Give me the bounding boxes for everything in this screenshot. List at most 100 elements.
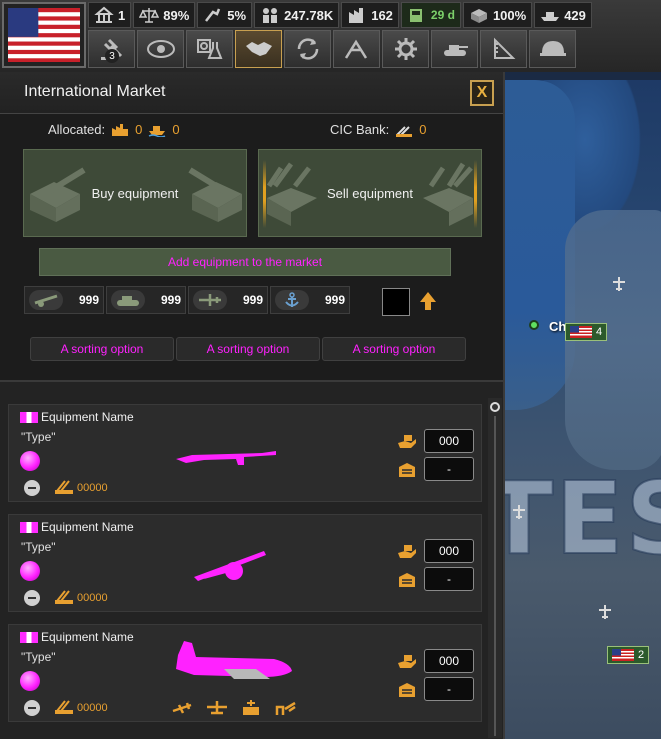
logistics-tool-button[interactable]: [431, 30, 478, 68]
allocated-convoy-value: 0: [172, 122, 180, 137]
stability-icon: [139, 8, 160, 23]
fuel-icon: [409, 9, 422, 22]
supply-stat[interactable]: 100%: [462, 2, 533, 28]
manpower-stat[interactable]: 247.78K: [254, 2, 340, 28]
civ-factory-icon: [112, 123, 129, 136]
airbase-icon[interactable]: [611, 276, 627, 292]
convoys-icon: [541, 12, 560, 21]
plane-counter[interactable]: 999: [188, 286, 268, 314]
sort-option-button[interactable]: A sorting option: [176, 337, 320, 361]
tank-counter[interactable]: 999: [106, 286, 186, 314]
stock-field[interactable]: -: [424, 677, 474, 701]
equipment-name: Equipment Name: [41, 520, 134, 534]
country-flag-button[interactable]: [2, 2, 86, 68]
army-tool-button[interactable]: [529, 30, 576, 68]
resource-stats: 1 89% 5% 247.78K 162 29 d 100% 429: [88, 2, 592, 30]
war-support-stat[interactable]: 5%: [197, 2, 253, 28]
close-button[interactable]: X: [470, 80, 494, 106]
remove-button[interactable]: [24, 480, 40, 496]
construction-tool-button[interactable]: [333, 30, 380, 68]
cic-row: CIC Bank: 0: [330, 122, 426, 137]
city-marker[interactable]: [529, 320, 539, 330]
ruler-icon: [493, 37, 515, 59]
artillery-counter[interactable]: 999: [24, 286, 104, 314]
equipment-count: 00000: [77, 482, 108, 494]
equipment-flag-icon: [20, 632, 38, 643]
manpower-icon: [263, 8, 278, 23]
diplomacy-tool-button[interactable]: [235, 30, 282, 68]
remove-button[interactable]: [24, 700, 40, 716]
equipment-card[interactable]: Equipment Name "Type" 00000 000 -: [8, 514, 482, 612]
construction-icon: [344, 39, 367, 59]
cic-value: 0: [419, 122, 427, 137]
supply-icon: [470, 9, 487, 23]
plane-icon: [199, 294, 221, 306]
factory-tools-icon: [55, 590, 73, 604]
convoys-stat[interactable]: 429: [534, 2, 592, 28]
main-toolbar: 3: [88, 30, 576, 68]
upgrade-arrow-icon[interactable]: [418, 290, 438, 312]
sort-options: A sorting option A sorting option A sort…: [30, 337, 466, 361]
intelligence-tool-button[interactable]: [137, 30, 184, 68]
political-power-stat[interactable]: 1: [88, 2, 132, 28]
stock-field[interactable]: -: [424, 567, 474, 591]
unit-counter[interactable]: 2: [607, 646, 650, 664]
research-tool-button[interactable]: [186, 30, 233, 68]
stockpile-box-icon: [399, 683, 415, 697]
airbase-icon[interactable]: [511, 504, 527, 520]
production-tool-button[interactable]: [382, 30, 429, 68]
equipment-type: "Type": [21, 540, 56, 554]
world-map[interactable]: TES Ch 4 2: [505, 80, 661, 739]
tank-icon: [117, 296, 139, 306]
artillery-icon: [194, 551, 266, 581]
add-equipment-button[interactable]: Add equipment to the market: [39, 248, 451, 276]
evacuation-icon: [275, 701, 296, 715]
trade-cycle-icon: [297, 38, 318, 60]
sort-option-button[interactable]: A sorting option: [322, 337, 466, 361]
panel-title: International Market: [24, 83, 166, 100]
city-label: Ch: [549, 319, 567, 334]
research-flask-icon: [196, 39, 222, 59]
equipment-list: Equipment Name "Type" 00000 000 - Equipm…: [0, 380, 503, 739]
color-swatch-placeholder[interactable]: [382, 288, 410, 316]
hand-coins-icon: [398, 435, 416, 448]
factories-stat[interactable]: 162: [341, 2, 399, 28]
stability-stat[interactable]: 89%: [133, 2, 196, 28]
amount-field[interactable]: 000: [424, 429, 474, 453]
stock-field[interactable]: -: [424, 457, 474, 481]
top-bar: 1 89% 5% 247.78K 162 29 d 100% 429 3: [0, 0, 661, 72]
game-screen: TES Ch 4 2: [0, 0, 661, 739]
us-flag-icon: [570, 326, 592, 338]
eye-icon: [146, 40, 175, 58]
sort-option-button[interactable]: A sorting option: [30, 337, 174, 361]
political-power-icon: [94, 6, 114, 23]
unit-counter[interactable]: 4: [565, 323, 608, 341]
equipment-card[interactable]: Equipment Name "Type" 00000 000 -: [8, 404, 482, 502]
equipment-count: 00000: [77, 702, 108, 714]
equipment-orb-icon: [20, 451, 40, 471]
amount-field[interactable]: 000: [424, 539, 474, 563]
equipment-orb-icon: [20, 671, 40, 691]
war-support-icon: [205, 8, 221, 22]
trade-tool-button[interactable]: [284, 30, 331, 68]
scroll-track[interactable]: [494, 416, 496, 736]
fuel-stat[interactable]: 29 d: [400, 2, 461, 28]
helmet-icon: [539, 41, 566, 56]
equipment-name: Equipment Name: [41, 410, 134, 424]
amount-field[interactable]: 000: [424, 649, 474, 673]
remove-button[interactable]: [24, 590, 40, 606]
buy-equipment-label: Buy equipment: [91, 186, 179, 201]
buy-equipment-button[interactable]: Buy equipment: [23, 149, 247, 237]
decisions-tool-button[interactable]: 3: [88, 30, 135, 68]
hand-coins-icon: [398, 655, 416, 668]
cic-tools-icon: [396, 125, 413, 137]
airbase-icon[interactable]: [597, 604, 613, 620]
sell-equipment-button[interactable]: Sell equipment: [258, 149, 482, 237]
naval-counter[interactable]: 999: [270, 286, 350, 314]
equipment-card[interactable]: Equipment Name "Type" 00000 000 -: [8, 624, 482, 722]
air-supply-icon: [207, 701, 227, 715]
equipment-counters: 999 999 999 999: [24, 286, 350, 314]
equipment-orb-icon: [20, 561, 40, 581]
recruit-tool-button[interactable]: [480, 30, 527, 68]
scroll-thumb[interactable]: [490, 402, 500, 412]
